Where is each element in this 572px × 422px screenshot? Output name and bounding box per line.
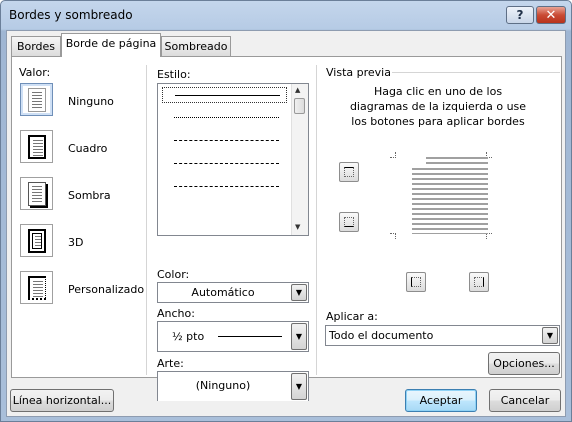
tab-sombreado[interactable]: Sombreado	[161, 36, 231, 56]
setting-custom-label[interactable]: Personalizado	[68, 283, 144, 296]
page-3d-icon	[28, 229, 46, 253]
tab-sombreado-label: Sombreado	[164, 40, 228, 53]
preview-instructions-line: diagramas de la izquierda o use	[349, 100, 527, 113]
left-border-icon	[411, 277, 421, 287]
column-divider	[316, 65, 317, 375]
preview-instructions-line: los botones para aplicar bordes	[351, 115, 525, 128]
color-value: Automático	[191, 286, 255, 299]
art-value: (Ninguno)	[195, 379, 251, 392]
horizontal-line-button[interactable]: Línea horizontal...	[10, 389, 114, 412]
preview-corner	[390, 152, 396, 158]
page-lines	[32, 186, 42, 202]
art-dropdown[interactable]: (Ninguno) ▼	[157, 371, 309, 401]
left-border-button[interactable]	[406, 272, 426, 292]
preview-text-lines	[412, 168, 488, 234]
preview-separator	[392, 72, 560, 73]
apply-to-label: Aplicar a:	[326, 310, 378, 323]
line-sample	[174, 140, 279, 141]
line-sample	[174, 117, 279, 118]
right-border-button[interactable]	[469, 272, 489, 292]
dialog-window: Bordes y sombreado ? ✕ Bordes Borde de p…	[0, 0, 572, 422]
right-border-icon	[474, 277, 484, 287]
width-label: Ancho:	[157, 307, 195, 320]
page-box-icon	[28, 135, 46, 159]
tab-panel: Valor: Ninguno Cuadro Sombra 3D Personal…	[11, 56, 562, 401]
page-lines	[32, 92, 42, 108]
preview-corner	[390, 233, 396, 239]
setting-box-icon[interactable]	[20, 130, 53, 163]
page-lines	[35, 236, 41, 248]
line-sample	[174, 186, 279, 187]
width-dropdown[interactable]: ½ pto ▼	[157, 321, 309, 352]
chevron-down-icon[interactable]: ▼	[542, 327, 558, 344]
apply-to-value: Todo el documento	[329, 329, 434, 342]
line-sample	[175, 95, 280, 96]
cancel-button[interactable]: Cancelar	[489, 389, 561, 412]
style-item-dotted[interactable]	[162, 110, 287, 126]
width-value: ½ pto	[172, 330, 205, 343]
bottom-border-icon	[344, 217, 354, 227]
setting-3d-label[interactable]: 3D	[68, 236, 83, 249]
tab-borde-de-pagina[interactable]: Borde de página	[61, 33, 161, 57]
style-label: Estilo:	[157, 68, 191, 81]
bottom-border-button[interactable]	[339, 212, 359, 232]
style-item-dashed[interactable]	[162, 156, 287, 172]
style-scrollbar[interactable]: ▲ ▼	[291, 84, 308, 235]
setting-shadow-label[interactable]: Sombra	[68, 189, 111, 202]
top-border-icon	[344, 167, 354, 177]
page-custom-icon	[28, 276, 46, 300]
title-bar[interactable]: Bordes y sombreado ? ✕	[1, 1, 571, 30]
chevron-down-icon[interactable]: ▼	[291, 373, 307, 400]
dialog-client: Bordes Borde de página Sombreado Valor: …	[6, 30, 566, 417]
page-none-icon	[28, 88, 46, 112]
options-button[interactable]: Opciones...	[488, 352, 560, 375]
page-lines	[33, 140, 43, 156]
preview-instructions-line: Haga clic en uno de los	[373, 85, 503, 98]
style-listbox[interactable]: ▲ ▼	[157, 83, 309, 236]
color-label: Color:	[157, 268, 190, 281]
setting-none-icon[interactable]	[20, 83, 53, 116]
dialog-title: Bordes y sombreado	[9, 8, 133, 22]
color-dropdown[interactable]: Automático ▼	[157, 282, 309, 303]
setting-none-label[interactable]: Ninguno	[68, 95, 114, 108]
setting-custom-icon[interactable]	[20, 271, 53, 304]
setting-label: Valor:	[19, 66, 51, 79]
scroll-up-icon[interactable]: ▲	[295, 86, 300, 94]
preview-text-lines	[426, 157, 488, 167]
help-button[interactable]: ?	[506, 6, 534, 24]
page-lines	[33, 281, 43, 297]
tab-bordes-label: Bordes	[16, 40, 56, 53]
tab-borde-de-pagina-label: Borde de página	[65, 37, 157, 50]
style-item-solid[interactable]	[162, 87, 287, 103]
tab-bordes[interactable]: Bordes	[11, 36, 61, 56]
scroll-down-icon[interactable]: ▼	[295, 223, 300, 231]
setting-3d-icon[interactable]	[20, 224, 53, 257]
preview-instructions: Haga clic en uno de los diagramas de la …	[326, 84, 550, 129]
close-button[interactable]: ✕	[536, 6, 566, 24]
apply-to-dropdown[interactable]: Todo el documento ▼	[325, 325, 560, 346]
preview-label: Vista previa	[326, 66, 391, 79]
style-item-dash-dot[interactable]	[162, 179, 287, 195]
setting-shadow-icon[interactable]	[20, 177, 53, 210]
chevron-down-icon[interactable]: ▼	[291, 284, 307, 301]
setting-box-label[interactable]: Cuadro	[68, 142, 107, 155]
style-item-dashed-small[interactable]	[162, 133, 287, 149]
column-divider	[146, 65, 147, 375]
art-label: Arte:	[157, 357, 184, 370]
chevron-down-icon[interactable]: ▼	[291, 323, 307, 350]
line-sample	[174, 163, 279, 164]
width-line-sample	[218, 336, 282, 337]
top-border-button[interactable]	[339, 162, 359, 182]
page-shadow-icon	[28, 182, 46, 206]
scroll-thumb[interactable]	[294, 98, 305, 114]
accept-button[interactable]: Aceptar	[405, 389, 477, 412]
preview-page[interactable]	[390, 152, 492, 239]
